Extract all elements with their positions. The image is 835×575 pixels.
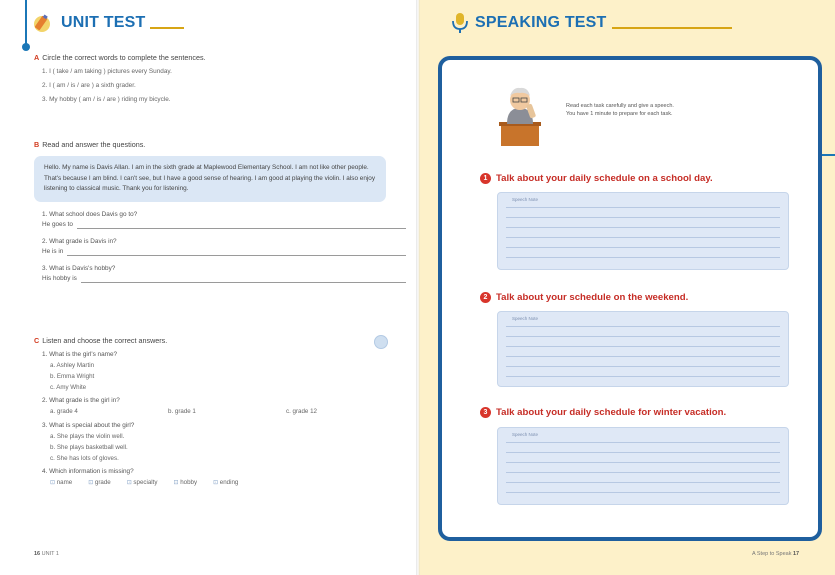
header-rule	[611, 27, 732, 29]
task-text: Talk about your schedule on the weekend.	[496, 292, 689, 303]
header-rule	[150, 27, 185, 29]
section-b-answer-1[interactable]: He goes to	[42, 221, 406, 229]
page-number: 16	[34, 551, 41, 557]
option[interactable]: b. She plays basketball well.	[50, 444, 406, 452]
section-a-letter: A	[34, 53, 40, 62]
option[interactable]: c. Amy White	[50, 384, 406, 392]
section-a-instruction: Circle the correct words to complete the…	[42, 53, 206, 62]
option[interactable]: c. grade 12	[286, 408, 404, 416]
section-b-answer-2[interactable]: He is in	[42, 248, 406, 256]
speech-note-3[interactable]: Speech Note	[497, 427, 789, 505]
checkbox-option[interactable]: specialty	[127, 479, 157, 488]
task-text: Talk about your daily schedule on a scho…	[496, 173, 713, 184]
footer-label: A Step to Speak	[752, 551, 792, 557]
speech-note-1[interactable]: Speech Note	[497, 192, 789, 270]
task-text: Talk about your daily schedule for winte…	[496, 407, 727, 418]
book-spread: UNIT TEST A Circle the correct words to c…	[0, 0, 835, 575]
instruction-line-1: Read each task carefully and give a spee…	[566, 103, 674, 109]
left-footer: 16 UNIT 1	[34, 551, 59, 557]
task-number: 1	[480, 173, 491, 184]
answer-prompt: His hobby is	[42, 274, 77, 282]
section-a: A Circle the correct words to complete th…	[34, 53, 404, 110]
footer-label: UNIT 1	[41, 551, 59, 557]
section-c-options-2: a. grade 4 b. grade 1 c. grade 12	[50, 408, 406, 416]
speaking-test-header: SPEAKING TEST	[450, 12, 732, 34]
answer-line[interactable]	[76, 223, 406, 229]
option[interactable]: b. grade 1	[168, 408, 286, 416]
speech-note-label: Speech Note	[512, 432, 539, 437]
speech-note-2[interactable]: Speech Note	[497, 311, 789, 387]
section-c-question-2: 2. What grade is the girl in?	[42, 397, 120, 405]
task-1: 1 Talk about your daily schedule on a sc…	[480, 173, 713, 184]
answer-prompt: He is in	[42, 247, 64, 255]
section-b-question-2: 2. What grade is Davis in?	[42, 237, 117, 245]
page-number: 17	[792, 551, 800, 557]
option[interactable]: a. She plays the violin well.	[50, 433, 406, 441]
section-a-item-3: 3. My hobby ( am / is / are ) riding my …	[42, 96, 171, 103]
speaking-instructions: Read each task carefully and give a spee…	[566, 102, 674, 119]
option[interactable]: c. She has lots of gloves.	[50, 455, 406, 463]
option[interactable]: b. Emma Wright	[50, 373, 406, 381]
checkbox-option[interactable]: name	[50, 479, 72, 488]
section-c: C Listen and choose the correct answers. …	[34, 336, 406, 488]
right-footer: A Step to Speak 17	[752, 551, 799, 557]
section-a-item-1: 1. I ( take / am taking ) pictures every…	[42, 68, 172, 75]
section-b-answer-3[interactable]: His hobby is	[42, 275, 406, 283]
section-b-letter: B	[34, 140, 40, 149]
section-b-instruction: Read and answer the questions.	[42, 140, 146, 149]
task-2: 2 Talk about your schedule on the weeken…	[480, 292, 688, 303]
section-c-question-3: 3. What is special about the girl?	[42, 422, 135, 429]
callout-line-left	[25, 0, 27, 47]
answer-prompt: He goes to	[42, 220, 73, 228]
section-a-item-2: 2. I ( am / is / are ) a sixth grader.	[42, 82, 136, 89]
answer-line[interactable]	[80, 277, 406, 283]
section-c-options-4: name grade specialty hobby ending	[50, 479, 406, 488]
section-b-question-3: 3. What is Davis's hobby?	[42, 264, 116, 272]
checkbox-option[interactable]: hobby	[174, 479, 197, 488]
section-b: B Read and answer the questions. Hello. M…	[34, 140, 406, 283]
answer-line[interactable]	[67, 250, 406, 256]
mic-icon	[452, 13, 468, 33]
task-number: 3	[480, 407, 491, 418]
callout-dot-left	[22, 43, 30, 51]
checkbox-option[interactable]: grade	[88, 479, 111, 488]
task-3: 3 Talk about your daily schedule for win…	[480, 407, 726, 418]
pencil-icon	[34, 14, 50, 32]
section-c-letter: C	[34, 336, 40, 345]
speaking-test-title: SPEAKING TEST	[475, 14, 607, 31]
speech-note-label: Speech Note	[512, 316, 539, 321]
unit-test-title: UNIT TEST	[61, 14, 146, 31]
task-number: 2	[480, 292, 491, 303]
option[interactable]: a. grade 4	[50, 408, 168, 416]
section-b-question-1: 1. What school does Davis go to?	[42, 210, 138, 218]
section-c-question-1: 1. What is the girl's name?	[42, 351, 118, 358]
option[interactable]: a. Ashley Martin	[50, 362, 406, 370]
instruction-line-2: You have 1 minute to prepare for each ta…	[566, 111, 673, 118]
reading-passage: Hello. My name is Davis Allan. I am in t…	[34, 156, 386, 202]
speech-note-label: Speech Note	[512, 197, 539, 202]
teacher-icon	[499, 87, 541, 146]
section-c-question-4: 4. Which information is missing?	[42, 468, 134, 476]
book-spine	[416, 0, 420, 575]
unit-test-header: UNIT TEST	[30, 12, 185, 34]
checkbox-option[interactable]: ending	[213, 479, 239, 488]
section-c-instruction: Listen and choose the correct answers.	[42, 336, 168, 345]
